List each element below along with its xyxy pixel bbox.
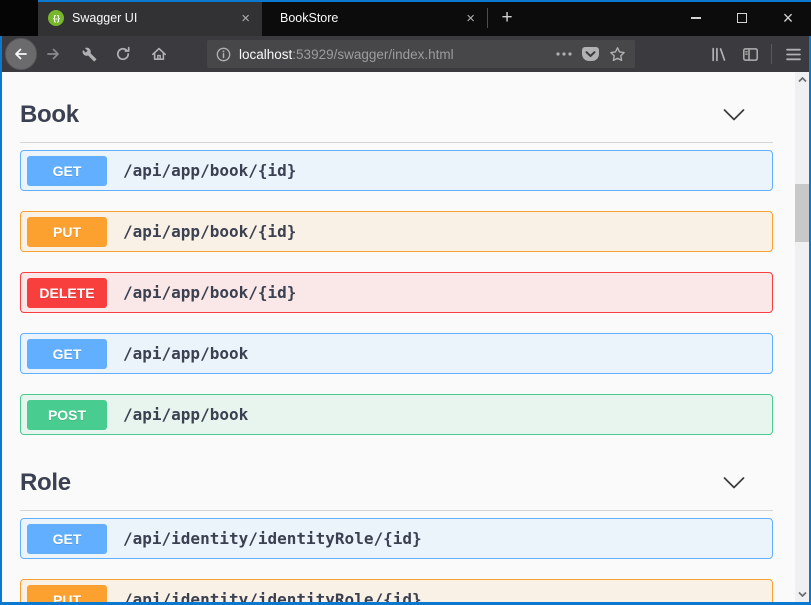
swagger-page: Book GET /api/app/book/{id} PUT /api/app… [2,72,809,602]
pocket-icon [582,47,599,61]
maximize-button[interactable] [719,0,765,36]
section-title: Book [20,101,79,129]
section-collapse-button[interactable] [723,477,745,489]
site-info-icon[interactable] [216,47,231,62]
bookmark-button[interactable] [609,46,626,63]
method-badge: POST [27,400,107,430]
operation-row[interactable]: DELETE /api/app/book/{id} [20,272,773,313]
url-path: :53929/swagger/index.html [292,47,453,62]
endpoint-path: /api/app/book/{id} [123,161,296,180]
scroll-up-button[interactable] [795,72,809,88]
operation-row[interactable]: GET /api/app/book/{id} [20,150,773,191]
back-button[interactable] [5,38,37,70]
library-button[interactable] [704,40,732,68]
section-divider [20,142,773,143]
tab-close-icon[interactable]: × [462,9,479,28]
operation-row[interactable]: GET /api/app/book [20,333,773,374]
tab-title: BookStore [280,11,338,25]
chevron-down-icon [798,591,807,597]
tab-title: Swagger UI [72,11,137,25]
menu-button[interactable] [779,40,807,68]
operation-row[interactable]: PUT /api/identity/identityRole/{id} [20,579,773,602]
url-host: localhost [239,47,292,62]
section-title: Role [20,469,71,497]
operation-row[interactable]: GET /api/identity/identityRole/{id} [20,518,773,559]
toolbar-right-icons [704,40,807,68]
method-badge: GET [27,156,107,186]
method-badge: PUT [27,585,107,603]
new-tab-button[interactable]: + [488,0,526,36]
operation-row[interactable]: POST /api/app/book [20,394,773,435]
vertical-scrollbar[interactable] [795,72,809,602]
sidebar-icon [742,46,759,63]
page-actions-button[interactable] [556,52,572,56]
operation-row[interactable]: PUT /api/app/book/{id} [20,211,773,252]
swagger-favicon-icon: {-} [48,10,64,26]
browser-viewport: Book GET /api/app/book/{id} PUT /api/app… [2,72,809,602]
window-frame: localhost:53929/swagger/index.html [0,36,811,605]
section-header[interactable]: Role [20,468,773,498]
title-bar: {-} Swagger UI × BookStore × + × [0,0,811,36]
endpoint-path: /api/app/book [123,405,248,424]
method-badge: PUT [27,217,107,247]
chevron-up-icon [798,77,807,83]
maximize-icon [737,13,747,23]
operation-list: GET /api/identity/identityRole/{id} PUT … [20,518,773,602]
url-text[interactable]: localhost:53929/swagger/index.html [239,47,454,62]
reload-icon [115,46,131,62]
api-tag-section: Book GET /api/app/book/{id} PUT /api/app… [20,100,773,435]
api-sections: Book GET /api/app/book/{id} PUT /api/app… [20,100,773,602]
titlebar-corner-space [0,0,38,36]
endpoint-path: /api/identity/identityRole/{id} [123,590,422,602]
library-icon [710,46,727,63]
navigation-toolbar: localhost:53929/swagger/index.html [2,36,809,72]
section-collapse-button[interactable] [723,109,745,121]
section-divider [20,510,773,511]
close-window-button[interactable]: × [765,0,811,36]
titlebar-drag-area [526,0,673,36]
sidebar-toggle-button[interactable] [736,40,764,68]
minimize-icon [691,17,701,19]
tab-close-icon[interactable]: × [237,9,254,28]
endpoint-path: /api/app/book [123,344,248,363]
url-bar[interactable]: localhost:53929/swagger/index.html [207,40,635,68]
endpoint-path: /api/app/book/{id} [123,283,296,302]
hamburger-icon [786,48,801,61]
home-icon [151,46,167,62]
tab-bookstore[interactable]: BookStore × [262,0,487,36]
reload-button[interactable] [109,40,137,68]
tools-button[interactable] [75,40,103,68]
section-header[interactable]: Book [20,100,773,130]
scroll-down-button[interactable] [795,586,809,602]
wrench-icon [82,47,97,62]
chevron-down-icon [723,477,745,489]
back-arrow-icon [13,46,29,62]
chevron-down-icon [723,109,745,121]
operation-list: GET /api/app/book/{id} PUT /api/app/book… [20,150,773,435]
minimize-button[interactable] [673,0,719,36]
toolbar-separator [771,44,772,64]
method-badge: DELETE [27,278,107,308]
forward-button[interactable] [39,40,67,68]
api-tag-section: Role GET /api/identity/identityRole/{id}… [20,468,773,602]
home-button[interactable] [145,40,173,68]
tab-swagger-ui[interactable]: {-} Swagger UI × [38,0,262,36]
star-icon [609,46,626,63]
endpoint-path: /api/identity/identityRole/{id} [123,529,422,548]
scrollbar-thumb[interactable] [795,184,809,242]
close-icon: × [783,9,794,27]
ellipsis-icon [556,52,572,56]
endpoint-path: /api/app/book/{id} [123,222,296,241]
method-badge: GET [27,524,107,554]
forward-arrow-icon [45,46,61,62]
pocket-button[interactable] [582,47,599,61]
window-accent-border [38,0,811,2]
method-badge: GET [27,339,107,369]
